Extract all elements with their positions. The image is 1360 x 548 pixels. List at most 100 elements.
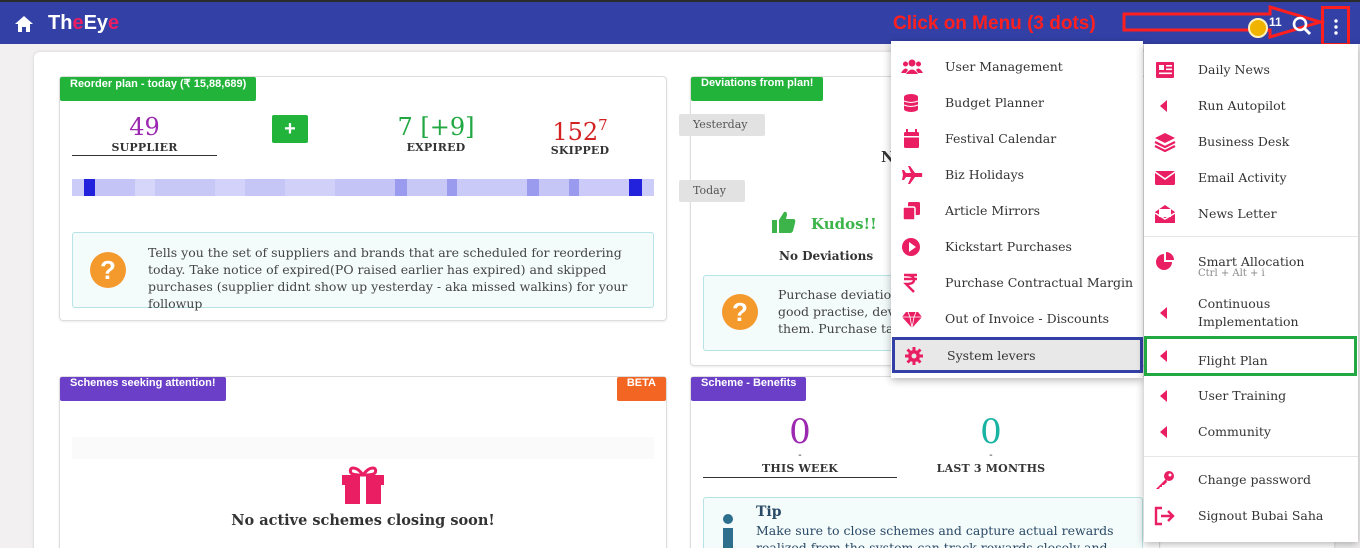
tip-text: Make sure to close schemes and capture a… <box>756 523 1114 548</box>
menu-label: Purchase Contractual Margin <box>945 275 1134 290</box>
reorder-info-text: Tells you the set of suppliers and brand… <box>148 245 628 311</box>
this-week-label: THIS WEEK <box>762 462 838 475</box>
supplier-label: SUPPLIER <box>111 141 178 154</box>
menu-label: Out of Invoice - Discounts <box>945 311 1110 326</box>
question-icon: ? <box>90 252 126 288</box>
menu-label: Community <box>1198 424 1271 439</box>
this-week-stat[interactable]: 0 - THIS WEEK <box>703 413 897 478</box>
gem-icon <box>902 311 922 329</box>
schemes-card: Schemes seeking attention! BETA No activ… <box>59 376 667 548</box>
last-3-months-label: LAST 3 MONTHS <box>936 462 1046 475</box>
annotation-instruction: Click on Menu (3 dots) <box>893 13 1096 34</box>
skipped-label: SKIPPED <box>550 144 610 157</box>
menu-label: Flight Plan <box>1198 353 1268 368</box>
question-icon: ? <box>722 294 758 330</box>
menu-item-change-password[interactable]: Change password <box>1144 462 1358 498</box>
menu-label: User Training <box>1198 388 1287 403</box>
menu-label: Budget Planner <box>945 95 1044 110</box>
menu-item-news-letter[interactable]: News Letter <box>1144 196 1358 232</box>
menu-item-kickstart-purchases[interactable]: Kickstart Purchases <box>891 229 1143 265</box>
menu-item-user-training[interactable]: User Training <box>1144 378 1358 414</box>
skipped-superscript: 7 <box>598 116 608 134</box>
menu-label: Daily News <box>1198 62 1270 77</box>
skipped-stat[interactable]: 1527 SKIPPED <box>530 111 630 157</box>
schemes-title: Schemes seeking attention! <box>60 377 226 401</box>
supplier-stat[interactable]: 49 SUPPLIER <box>72 113 217 156</box>
menu-label: Kickstart Purchases <box>945 239 1072 254</box>
scheme-benefits-card: Scheme - Benefits 0 - THIS WEEK 0 - LAST… <box>690 376 1160 548</box>
reorder-timeline-bar[interactable] <box>72 179 654 196</box>
menu-label: Signout Bubai Saha <box>1198 508 1324 523</box>
schemes-placeholder-row <box>72 437 654 459</box>
menu-label: Change password <box>1198 472 1311 487</box>
menu-divider <box>1144 456 1358 457</box>
newspaper-icon <box>1156 62 1174 78</box>
expired-label: EXPIRED <box>406 141 466 154</box>
menu-label: Continuous <box>1198 296 1271 311</box>
reorder-plan-card: Reorder plan - today (₹ 15,88,689) 49 SU… <box>59 76 667 321</box>
menu-label-line2: Implementation <box>1198 314 1299 329</box>
menu-item-out-of-invoice-discounts[interactable]: Out of Invoice - Discounts <box>891 301 1143 337</box>
expired-stat[interactable]: 7 [+9] EXPIRED <box>376 113 496 154</box>
menu-item-smart-allocation[interactable]: Smart Allocation Ctrl + Alt + i <box>1144 244 1358 284</box>
menu-item-signout[interactable]: Signout Bubai Saha <box>1144 498 1358 534</box>
skipped-count: 1527 <box>552 116 608 146</box>
coins-icon[interactable] <box>1248 18 1268 38</box>
reorder-info-box: ? Tells you the set of suppliers and bra… <box>72 232 654 311</box>
menu-item-system-levers[interactable]: System levers <box>892 337 1143 373</box>
pie-chart-icon <box>1156 252 1174 270</box>
no-schemes-text: No active schemes closing soon! <box>231 512 495 529</box>
menu-item-article-mirrors[interactable]: Article Mirrors <box>891 193 1143 229</box>
caret-left-icon <box>1160 426 1167 438</box>
menu-item-biz-holidays[interactable]: Biz Holidays <box>891 157 1143 193</box>
menu-label: Email Activity <box>1198 170 1287 185</box>
menu-item-user-management[interactable]: User Management <box>891 49 1143 85</box>
rupee-icon <box>903 273 917 293</box>
menu-item-email-activity[interactable]: Email Activity <box>1144 160 1358 196</box>
scheme-benefits-title: Scheme - Benefits <box>691 377 807 401</box>
admin-menu: User Management Budget Planner Festival … <box>891 41 1143 378</box>
menu-divider <box>1144 236 1358 237</box>
play-icon <box>902 238 920 256</box>
last-3-months-stat[interactable]: 0 - LAST 3 MONTHS <box>901 413 1081 477</box>
menu-label: Festival Calendar <box>945 131 1057 146</box>
layers-icon <box>1154 133 1176 152</box>
home-icon[interactable] <box>14 15 34 33</box>
menu-item-run-autopilot[interactable]: Run Autopilot <box>1144 88 1358 124</box>
envelope-open-icon <box>1154 205 1176 223</box>
menu-item-budget-planner[interactable]: Budget Planner <box>891 85 1143 121</box>
tip-title: Tip <box>756 504 782 520</box>
search-icon[interactable] <box>1292 16 1312 36</box>
app-logo[interactable]: TheEye <box>48 12 119 35</box>
sign-out-icon <box>1154 506 1175 526</box>
menu-label: News Letter <box>1198 206 1277 221</box>
menu-button[interactable] <box>1321 6 1350 46</box>
menu-label: Article Mirrors <box>945 203 1041 218</box>
calendar-icon <box>904 129 919 148</box>
today-label: Today <box>679 180 745 202</box>
menu-label: Run Autopilot <box>1198 98 1286 113</box>
menu-item-festival-calendar[interactable]: Festival Calendar <box>891 121 1143 157</box>
menu-label: Business Desk <box>1198 134 1290 149</box>
yesterday-label: Yesterday <box>679 114 765 136</box>
copy-icon <box>902 202 920 221</box>
menu-shortcut: Ctrl + Alt + i <box>1198 268 1265 279</box>
deviations-title: Deviations from plan! <box>691 77 824 101</box>
menu-item-daily-news[interactable]: Daily News <box>1144 52 1358 88</box>
kudos-text: Kudos!! <box>811 215 877 233</box>
menu-item-purchase-contractual-margin[interactable]: Purchase Contractual Margin <box>891 265 1143 301</box>
info-icon <box>723 514 733 548</box>
menu-label: Biz Holidays <box>945 167 1025 182</box>
add-plan-button[interactable]: + <box>272 115 308 143</box>
menu-item-flight-plan[interactable]: Flight Plan <box>1144 336 1357 376</box>
menu-label: System levers <box>947 348 1036 363</box>
menu-label: Smart Allocation <box>1198 254 1305 269</box>
gear-icon <box>905 347 923 365</box>
beta-badge: BETA <box>616 377 666 401</box>
expired-count: 7 [+9] <box>397 113 475 141</box>
no-deviations-text: No Deviations <box>779 249 874 263</box>
menu-item-business-desk[interactable]: Business Desk <box>1144 124 1358 160</box>
menu-item-community[interactable]: Community <box>1144 414 1358 450</box>
menu-item-continuous-implementation[interactable]: Continuous Implementation <box>1144 288 1358 332</box>
supplier-count: 49 <box>129 113 160 141</box>
